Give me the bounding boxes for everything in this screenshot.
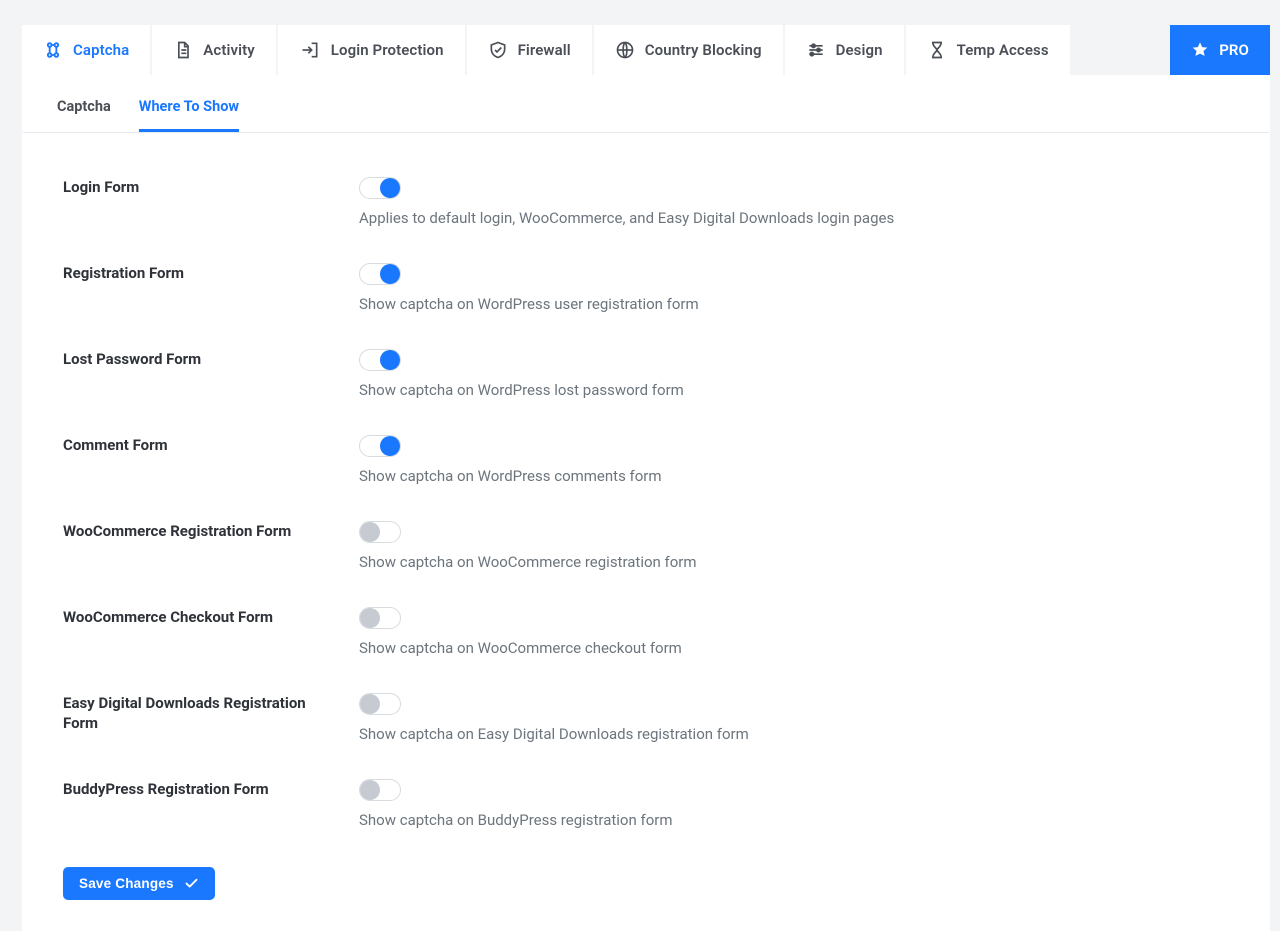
tab-captcha[interactable]: Captcha — [22, 25, 150, 75]
setting-help: Applies to default login, WooCommerce, a… — [359, 209, 1229, 227]
row-woo-registration-form: WooCommerce Registration Form Show captc… — [63, 507, 1229, 593]
setting-help: Show captcha on WordPress user registrat… — [359, 295, 1229, 313]
captcha-icon — [43, 40, 63, 60]
hourglass-icon — [927, 40, 947, 60]
tab-label: Country Blocking — [645, 41, 762, 59]
setting-label: Comment Form — [63, 435, 359, 455]
sub-tabs: Captcha Where To Show — [23, 76, 1269, 133]
row-woo-checkout-form: WooCommerce Checkout Form Show captcha o… — [63, 593, 1229, 679]
setting-help: Show captcha on BuddyPress registration … — [359, 811, 1229, 829]
sliders-icon — [806, 40, 826, 60]
subtab-captcha[interactable]: Captcha — [57, 92, 111, 132]
tab-design[interactable]: Design — [785, 25, 904, 75]
setting-help: Show captcha on WordPress lost password … — [359, 381, 1229, 399]
row-buddypress-registration-form: BuddyPress Registration Form Show captch… — [63, 765, 1229, 851]
toggle-edd-registration-form[interactable] — [359, 693, 401, 715]
toggle-comment-form[interactable] — [359, 435, 401, 457]
setting-help: Show captcha on WooCommerce registration… — [359, 553, 1229, 571]
setting-label: Lost Password Form — [63, 349, 359, 369]
toggle-lost-password-form[interactable] — [359, 349, 401, 371]
save-changes-button[interactable]: Save Changes — [63, 867, 215, 900]
setting-help: Show captcha on Easy Digital Downloads r… — [359, 725, 1229, 743]
setting-label: Registration Form — [63, 263, 359, 283]
tab-temp-access[interactable]: Temp Access — [906, 25, 1070, 75]
toggle-buddypress-registration-form[interactable] — [359, 779, 401, 801]
top-tabs: Captcha Activity Login Protection — [22, 25, 1270, 75]
setting-help: Show captcha on WordPress comments form — [359, 467, 1229, 485]
tab-label: Firewall — [518, 41, 571, 59]
tab-label: Login Protection — [331, 41, 444, 59]
tab-activity[interactable]: Activity — [152, 25, 275, 75]
tab-login-protection[interactable]: Login Protection — [278, 25, 465, 75]
row-lost-password-form: Lost Password Form Show captcha on WordP… — [63, 335, 1229, 421]
tab-label: Design — [836, 41, 883, 59]
subtab-where-to-show[interactable]: Where To Show — [139, 92, 239, 132]
document-icon — [173, 40, 193, 60]
settings-panel: Captcha Where To Show Login Form Applies… — [22, 75, 1270, 931]
row-edd-registration-form: Easy Digital Downloads Registration Form… — [63, 679, 1229, 765]
tab-label: Activity — [203, 41, 254, 59]
setting-label: WooCommerce Checkout Form — [63, 607, 359, 627]
setting-help: Show captcha on WooCommerce checkout for… — [359, 639, 1229, 657]
toggle-login-form[interactable] — [359, 177, 401, 199]
star-icon — [1191, 41, 1209, 59]
tab-firewall[interactable]: Firewall — [467, 25, 592, 75]
setting-label: WooCommerce Registration Form — [63, 521, 359, 541]
tab-country-blocking[interactable]: Country Blocking — [594, 25, 783, 75]
tab-pro[interactable]: PRO — [1170, 25, 1270, 75]
row-comment-form: Comment Form Show captcha on WordPress c… — [63, 421, 1229, 507]
setting-label: Login Form — [63, 177, 359, 197]
setting-label: BuddyPress Registration Form — [63, 779, 359, 799]
setting-label: Easy Digital Downloads Registration Form — [63, 693, 359, 734]
tab-label: Temp Access — [957, 41, 1049, 59]
globe-icon — [615, 40, 635, 60]
row-login-form: Login Form Applies to default login, Woo… — [63, 163, 1229, 249]
toggle-woo-checkout-form[interactable] — [359, 607, 401, 629]
check-icon — [184, 876, 199, 891]
tab-label: Captcha — [73, 41, 129, 59]
row-registration-form: Registration Form Show captcha on WordPr… — [63, 249, 1229, 335]
login-icon — [299, 40, 321, 60]
toggle-woo-registration-form[interactable] — [359, 521, 401, 543]
tab-label: PRO — [1219, 41, 1249, 59]
toggle-registration-form[interactable] — [359, 263, 401, 285]
save-label: Save Changes — [79, 876, 174, 891]
settings-form: Login Form Applies to default login, Woo… — [23, 133, 1269, 930]
shield-icon — [488, 40, 508, 60]
